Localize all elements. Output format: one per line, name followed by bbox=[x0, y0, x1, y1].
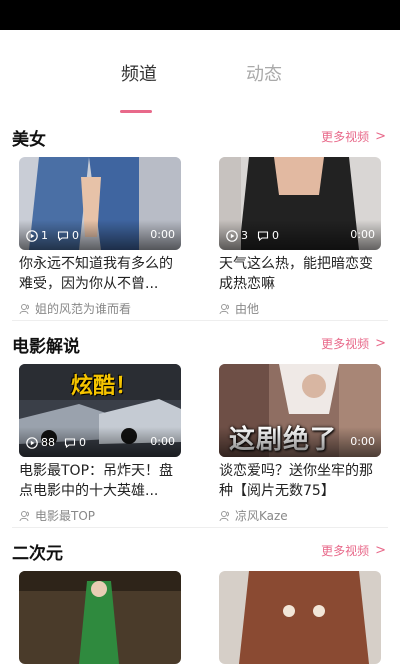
author-name: 凉风Kaze bbox=[235, 509, 288, 523]
comment-count: 0 bbox=[72, 229, 79, 242]
video-card[interactable]: 1 0 0:00 你永远不知道我有多么的难受，因为你从不曾... 姐的风范为谁而… bbox=[19, 157, 181, 317]
video-duration: 0:00 bbox=[350, 435, 375, 448]
video-duration: 0:00 bbox=[150, 435, 175, 448]
video-title[interactable]: 电影最TOP：吊炸天！盘点电影中的十大英雄... bbox=[19, 461, 181, 501]
video-thumbnail[interactable]: 1 0 0:00 bbox=[19, 157, 181, 250]
thumbnail-image bbox=[19, 571, 181, 664]
tab-feed[interactable]: 动态 bbox=[246, 60, 282, 86]
status-bar bbox=[0, 0, 400, 30]
thumbnail-image bbox=[219, 571, 381, 664]
comment-count: 0 bbox=[272, 229, 279, 242]
video-author[interactable]: 由他 bbox=[219, 300, 381, 317]
play-circle-icon bbox=[226, 229, 238, 242]
video-thumbnail[interactable]: 这剧绝了 0:00 bbox=[219, 364, 381, 457]
top-tabs: 频道 动态 bbox=[0, 30, 400, 116]
comment-bubble-icon bbox=[57, 230, 69, 241]
comment-bubble-icon bbox=[257, 230, 269, 241]
video-title[interactable]: 谈恋爱吗？送你坐牢的那种【阅片无数75】 bbox=[219, 461, 381, 501]
video-card[interactable]: 3 0 0:00 天气这么热，能把暗恋变成热恋嘛 由他 bbox=[219, 157, 381, 317]
more-videos-label: 更多视频 bbox=[321, 130, 370, 144]
play-count: 88 bbox=[41, 436, 55, 449]
section-header-anime: 二次元 更多视频 > bbox=[0, 539, 400, 564]
play-count: 3 bbox=[241, 229, 248, 242]
section-title: 美女 bbox=[12, 130, 46, 150]
user-icon bbox=[219, 510, 229, 521]
section-title: 二次元 bbox=[12, 544, 63, 564]
author-name: 由他 bbox=[235, 302, 260, 316]
comment-bubble-icon bbox=[64, 437, 76, 448]
active-tab-indicator bbox=[120, 110, 152, 113]
more-videos-link[interactable]: 更多视频 > bbox=[321, 128, 386, 145]
author-name: 电影最TOP bbox=[35, 509, 96, 523]
comment-count: 0 bbox=[79, 436, 86, 449]
section-header-movie: 电影解说 更多视频 > bbox=[0, 332, 400, 357]
video-card[interactable] bbox=[219, 571, 381, 664]
chevron-right-icon: > bbox=[375, 336, 386, 351]
author-name: 姐的风范为谁而看 bbox=[35, 302, 132, 316]
video-duration: 0:00 bbox=[350, 228, 375, 241]
tab-channels[interactable]: 频道 bbox=[121, 60, 157, 86]
more-videos-link[interactable]: 更多视频 > bbox=[321, 542, 386, 559]
video-card[interactable]: 这剧绝了 0:00 谈恋爱吗？送你坐牢的那种【阅片无数75】 凉风Kaze bbox=[219, 364, 381, 524]
video-duration: 0:00 bbox=[150, 228, 175, 241]
video-author[interactable]: 凉风Kaze bbox=[219, 507, 381, 524]
video-thumbnail[interactable] bbox=[19, 571, 181, 664]
user-icon bbox=[19, 510, 29, 521]
video-card[interactable]: 炫酷！ 88 0 0:00 电影最TOP：吊炸天！盘点电影中的十大英雄... 电… bbox=[19, 364, 181, 524]
section-title: 电影解说 bbox=[12, 337, 80, 357]
video-thumbnail[interactable] bbox=[219, 571, 381, 664]
play-circle-icon bbox=[26, 229, 38, 242]
video-stats: 3 0 bbox=[226, 229, 288, 242]
section-divider bbox=[12, 320, 388, 321]
user-icon bbox=[19, 303, 29, 314]
video-card[interactable] bbox=[19, 571, 181, 664]
video-stats: 88 0 bbox=[26, 436, 95, 449]
chevron-right-icon: > bbox=[375, 129, 386, 144]
section-divider bbox=[12, 527, 388, 528]
play-circle-icon bbox=[26, 436, 38, 449]
more-videos-label: 更多视频 bbox=[321, 337, 370, 351]
video-author[interactable]: 电影最TOP bbox=[19, 507, 181, 524]
user-icon bbox=[219, 303, 229, 314]
video-thumbnail[interactable]: 炫酷！ 88 0 0:00 bbox=[19, 364, 181, 457]
video-title[interactable]: 你永远不知道我有多么的难受，因为你从不曾... bbox=[19, 254, 181, 294]
section-header-beauty: 美女 更多视频 > bbox=[0, 125, 400, 150]
chevron-right-icon: > bbox=[375, 543, 386, 558]
video-stats: 1 0 bbox=[26, 229, 88, 242]
thumbnail-banner-text: 炫酷！ bbox=[71, 374, 138, 399]
video-title[interactable]: 天气这么热，能把暗恋变成热恋嘛 bbox=[219, 254, 381, 294]
video-author[interactable]: 姐的风范为谁而看 bbox=[19, 300, 181, 317]
more-videos-link[interactable]: 更多视频 > bbox=[321, 335, 386, 352]
play-count: 1 bbox=[41, 229, 48, 242]
video-thumbnail[interactable]: 3 0 0:00 bbox=[219, 157, 381, 250]
more-videos-label: 更多视频 bbox=[321, 544, 370, 558]
